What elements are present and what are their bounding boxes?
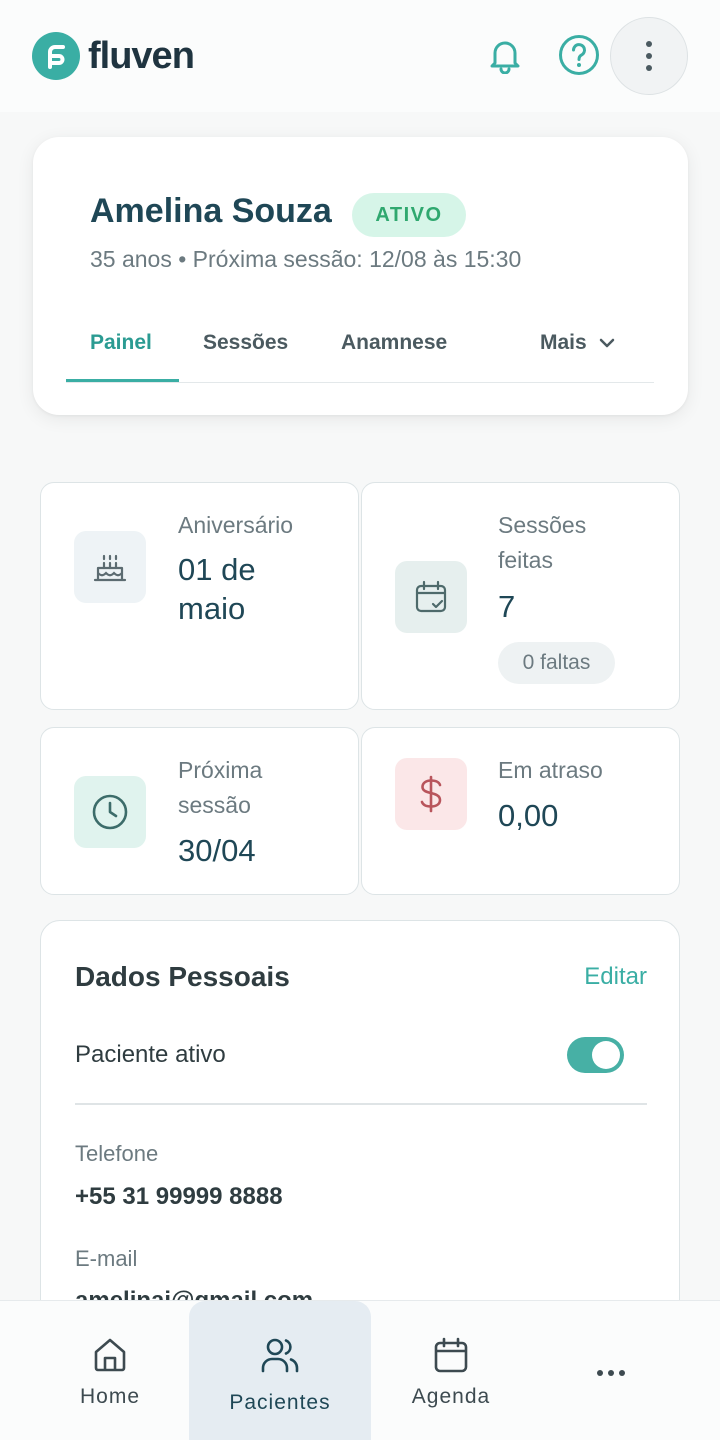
stat-value: 7 [498, 589, 516, 624]
home-icon [91, 1335, 129, 1375]
logo-mark-icon [32, 32, 80, 80]
dollar-icon [395, 758, 467, 830]
clock-icon [74, 776, 146, 848]
brand-name: fluven [88, 34, 195, 77]
stat-card-next-session: Próxima sessão 30/04 [40, 727, 359, 895]
help-icon[interactable] [558, 34, 600, 76]
section-title: Dados Pessoais [75, 961, 290, 992]
patient-subtitle: 35 anos • Próxima sessão: 12/08 às 15:30 [90, 246, 522, 272]
active-tab-indicator [66, 379, 179, 382]
brand-logo[interactable]: fluven [32, 32, 195, 80]
nav-label: Pacientes [229, 1391, 331, 1414]
nav-item-home[interactable]: Home [30, 1301, 190, 1440]
stat-value: 0,00 [498, 798, 559, 833]
stat-label-line1: Próxima [178, 757, 263, 783]
phone-label: Telefone [75, 1141, 159, 1166]
stat-value-line1: 01 de [178, 552, 256, 587]
personal-data-card: Dados Pessoais Editar Paciente ativo Tel… [40, 920, 680, 1340]
stat-label-line2: feitas [498, 547, 553, 573]
calendar-check-icon [395, 561, 467, 633]
patient-name: Amelina Souza [90, 192, 332, 230]
patient-tabs: Painel Sessões Anamnese Mais [66, 307, 654, 383]
stat-label: Em atraso [498, 757, 603, 783]
calendar-icon [432, 1335, 470, 1375]
active-patient-label: Paciente ativo [75, 1041, 226, 1068]
stat-label: Aniversário [178, 512, 294, 538]
stat-card-sessions: Sessões feitas 7 0 faltas [361, 482, 680, 710]
top-bar: fluven [0, 0, 720, 112]
phone-value: +55 31 99999 8888 [75, 1183, 283, 1210]
nav-item-pacientes[interactable]: Pacientes [189, 1301, 371, 1440]
more-options-button[interactable] [610, 17, 688, 95]
more-horizontal-icon [596, 1353, 626, 1393]
nav-item-more[interactable] [531, 1301, 691, 1440]
more-vertical-icon [646, 41, 652, 71]
users-icon [260, 1335, 300, 1375]
tab-sessoes[interactable]: Sessões [203, 331, 288, 355]
stat-card-birthday: Aniversário 01 de maio [40, 482, 359, 710]
bell-icon[interactable] [484, 34, 526, 76]
stat-card-overdue: Em atraso 0,00 [361, 727, 680, 895]
stat-label-line1: Sessões [498, 512, 587, 538]
status-badge: ATIVO [352, 193, 466, 237]
email-label: E-mail [75, 1246, 138, 1271]
stat-label-line2: sessão [178, 792, 251, 818]
active-patient-toggle[interactable] [567, 1037, 624, 1073]
patient-header-card: Amelina Souza ATIVO 35 anos • Próxima se… [33, 137, 688, 415]
missed-sessions-badge: 0 faltas [498, 642, 615, 684]
toggle-knob [592, 1041, 620, 1069]
tab-painel[interactable]: Painel [90, 331, 152, 355]
tab-mais[interactable]: Mais [540, 331, 615, 355]
tab-anamnese[interactable]: Anamnese [341, 331, 447, 355]
stat-value-line2: maio [178, 591, 246, 626]
stat-value: 30/04 [178, 833, 256, 868]
divider [75, 1103, 647, 1105]
nav-label: Home [79, 1385, 141, 1408]
chevron-down-icon [599, 338, 614, 348]
tab-mais-label: Mais [540, 331, 587, 354]
nav-label: Agenda [411, 1385, 491, 1408]
cake-icon [74, 531, 146, 603]
nav-item-agenda[interactable]: Agenda [371, 1301, 531, 1440]
edit-link[interactable]: Editar [584, 963, 647, 991]
bottom-navigation: Home Pacientes Agenda [0, 1300, 720, 1440]
